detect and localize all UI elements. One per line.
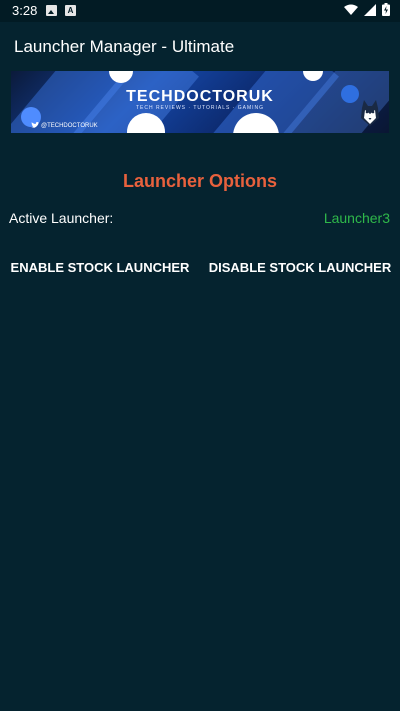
banner-handle: @TECHDOCTORUK: [31, 122, 98, 129]
active-launcher-label: Active Launcher:: [9, 210, 114, 226]
app-bar: Launcher Manager - Ultimate: [0, 22, 400, 72]
battery-icon: [382, 3, 390, 16]
enable-stock-launcher-button[interactable]: ENABLE STOCK LAUNCHER: [8, 250, 192, 284]
image-icon: [46, 5, 57, 16]
banner-title: TECHDOCTORUK: [126, 88, 274, 105]
app-title: Launcher Manager - Ultimate: [14, 37, 235, 56]
active-launcher-value: Launcher3: [323, 210, 390, 226]
banner-handle-text: @TECHDOCTORUK: [41, 122, 98, 129]
twitter-icon: [31, 122, 39, 128]
wifi-icon: [344, 4, 358, 15]
system-icons: [344, 3, 390, 16]
techdoctoruk-banner: TECHDOCTORUK TECH REVIEWS · TUTORIALS · …: [11, 71, 389, 133]
status-bar: 3:28 A: [0, 0, 400, 22]
text-a-icon: A: [65, 5, 76, 16]
cellular-icon: [364, 3, 376, 16]
launcher-options-title: Launcher Options: [122, 171, 277, 191]
banner-tagline: TECH REVIEWS · TUTORIALS · GAMING: [135, 105, 265, 111]
status-time: 3:28: [12, 3, 38, 18]
disable-stock-launcher-button[interactable]: DISABLE STOCK LAUNCHER: [208, 250, 392, 284]
notification-icons: A: [46, 5, 76, 16]
husky-mascot-icon: [361, 100, 379, 126]
